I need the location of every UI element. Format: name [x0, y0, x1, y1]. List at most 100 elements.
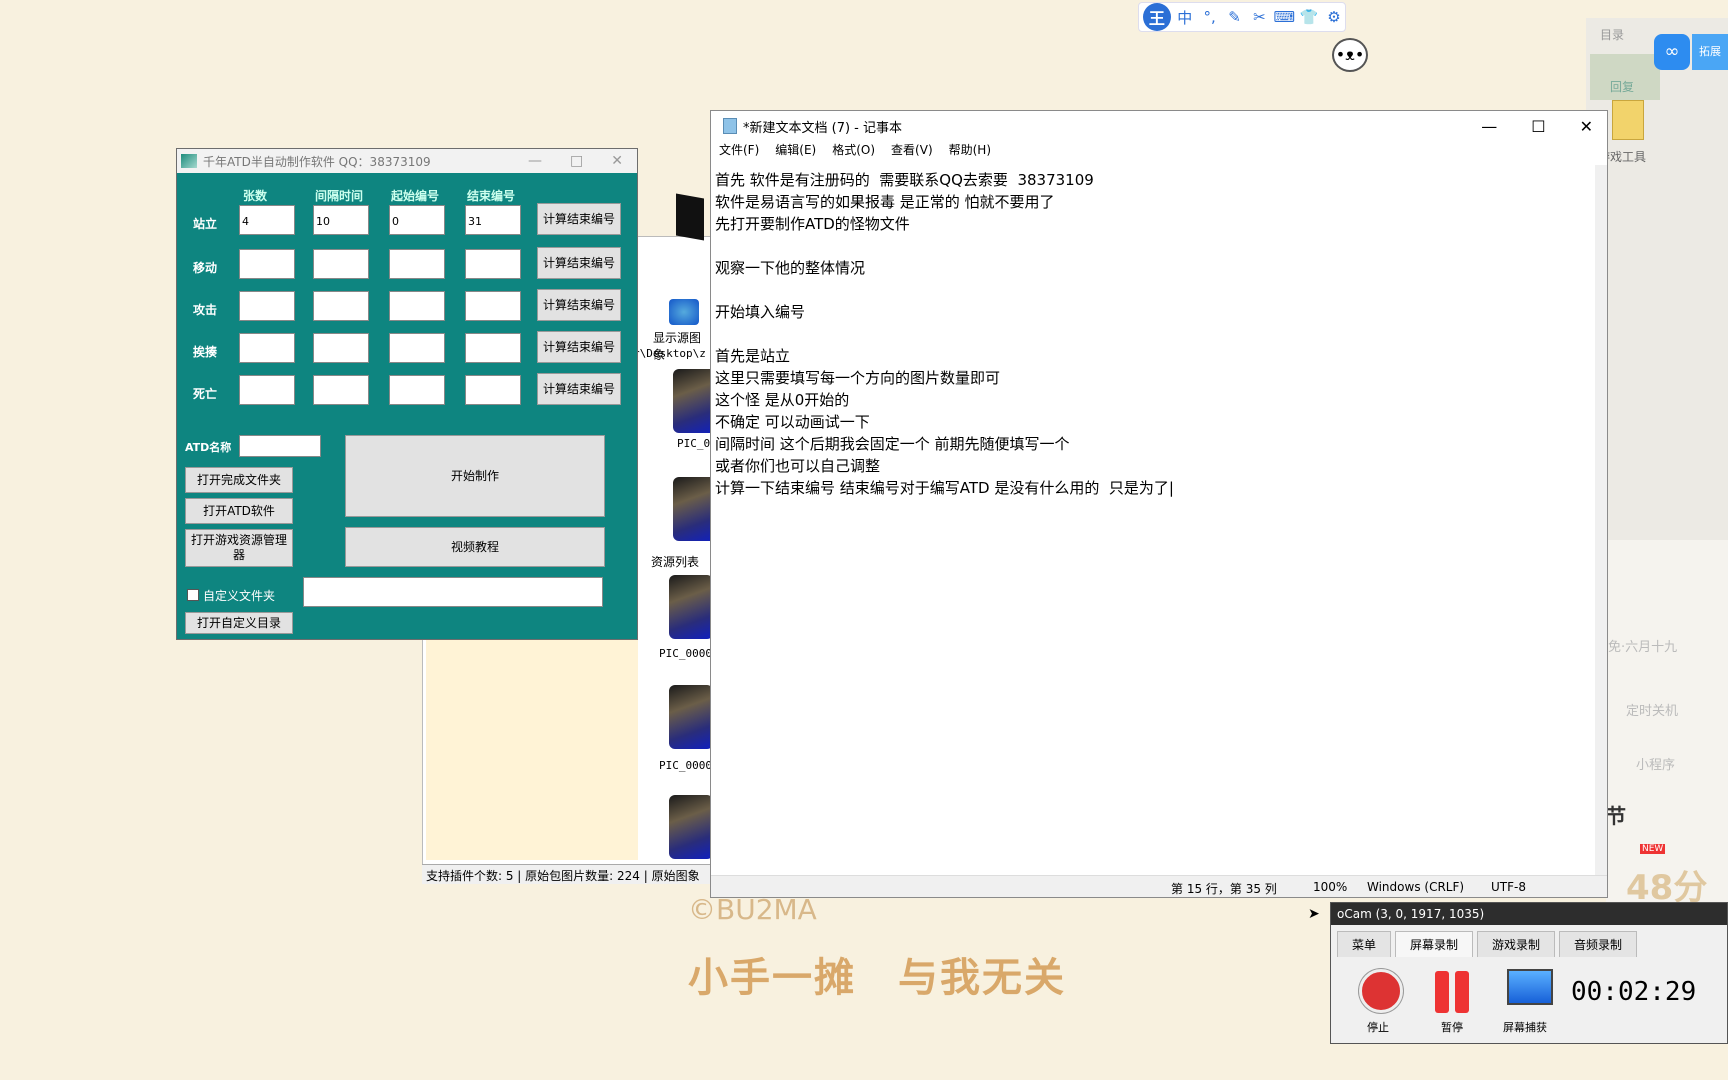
pic-label[interactable]: PIC_0000: [659, 647, 712, 660]
calc-end-button-hit[interactable]: 计算结束编号: [537, 331, 621, 363]
ime-keyboard-icon[interactable]: ⌨: [1273, 8, 1295, 26]
ime-toolbar[interactable]: 王 中 °, ✎ ✂ ⌨ 👕 ⚙: [1138, 2, 1346, 32]
resource-status-bar: 支持插件个数: 5 | 原始包图片数量: 224 | 原始图象: [422, 864, 712, 884]
calc-end-button-stand[interactable]: 计算结束编号: [537, 203, 621, 235]
move-count-input[interactable]: [239, 249, 295, 279]
ime-screenshot-icon[interactable]: ✂: [1248, 8, 1270, 26]
ime-logo-icon[interactable]: 王: [1143, 3, 1171, 31]
notepad-titlebar[interactable]: *新建文本文档 (7) - 记事本 — ☐ ✕: [711, 111, 1607, 141]
sprite-thumbnail[interactable]: [669, 685, 713, 749]
death-start-input[interactable]: [389, 375, 445, 405]
custom-folder-input[interactable]: [303, 577, 603, 607]
notepad-status-bar: 第 15 行，第 35 列 100% Windows (CRLF) UTF-8: [711, 875, 1607, 897]
stand-end-input[interactable]: 31: [465, 205, 521, 235]
maximize-button[interactable]: ☐: [1531, 117, 1545, 136]
stand-count-input[interactable]: 4: [239, 205, 295, 235]
attack-start-input[interactable]: [389, 291, 445, 321]
screen-capture-label[interactable]: 屏幕捕获: [1503, 1019, 1547, 1035]
screen-capture-icon[interactable]: [1507, 969, 1553, 1005]
tab-menu[interactable]: 菜单: [1337, 931, 1392, 957]
hit-count-input[interactable]: [239, 333, 295, 363]
death-count-input[interactable]: [239, 375, 295, 405]
calc-end-button-death[interactable]: 计算结束编号: [537, 373, 621, 405]
hit-interval-input[interactable]: [313, 333, 369, 363]
calc-end-button-attack[interactable]: 计算结束编号: [537, 289, 621, 321]
atd-tool-window[interactable]: 千年ATD半自动制作软件 QQ：38373109 — □ ✕ 张数 间隔时间 起始编…: [176, 148, 638, 640]
death-interval-input[interactable]: [313, 375, 369, 405]
attack-count-input[interactable]: [239, 291, 295, 321]
hit-end-input[interactable]: [465, 333, 521, 363]
close-button[interactable]: ✕: [611, 153, 623, 169]
menu-file[interactable]: 文件(F): [719, 141, 759, 163]
move-interval-input[interactable]: [313, 249, 369, 279]
death-end-input[interactable]: [465, 375, 521, 405]
ocam-tabs: 菜单 屏幕录制 游戏录制 音频录制: [1331, 925, 1727, 957]
stand-start-input[interactable]: 0: [389, 205, 445, 235]
cat-pet-icon[interactable]: •ᴥ•: [1332, 38, 1368, 72]
display-source-icon[interactable]: [669, 299, 699, 325]
notepad-window[interactable]: *新建文本文档 (7) - 记事本 — ☐ ✕ 文件(F) 编辑(E) 格式(O) …: [710, 110, 1608, 898]
stop-label[interactable]: 停止: [1367, 1019, 1389, 1035]
attack-interval-input[interactable]: [313, 291, 369, 321]
open-atd-software-button[interactable]: 打开ATD软件: [185, 498, 293, 524]
atd-name-label: ATD名称: [185, 441, 232, 454]
toc-label: 目录: [1600, 28, 1625, 42]
atd-name-input[interactable]: [239, 435, 321, 457]
open-custom-dir-button[interactable]: 打开自定义目录: [185, 612, 293, 634]
caption-text: 小手一摊 与我无关: [688, 955, 1066, 1001]
ime-handwrite-icon[interactable]: ✎: [1224, 8, 1246, 26]
row-label-move: 移动: [193, 261, 218, 275]
extend-button[interactable]: 拓展: [1692, 34, 1728, 70]
menu-view[interactable]: 查看(V): [891, 141, 933, 163]
menu-format[interactable]: 格式(O): [832, 141, 875, 163]
video-tutorial-button[interactable]: 视频教程: [345, 527, 605, 567]
notepad-text-area[interactable]: 首先 软件是有注册码的 需要联系QQ去索要 38373109 软件是易语言写的如…: [711, 165, 1597, 877]
tab-game-record[interactable]: 游戏录制: [1477, 931, 1556, 957]
tab-audio-record[interactable]: 音频录制: [1559, 931, 1638, 957]
row-label-hit: 挨揍: [193, 345, 218, 359]
ocam-titlebar[interactable]: oCam (3, 0, 1917, 1035): [1331, 903, 1727, 925]
ime-settings-icon[interactable]: ⚙: [1323, 8, 1345, 26]
atd-titlebar[interactable]: 千年ATD半自动制作软件 QQ：38373109 — □ ✕: [177, 149, 637, 173]
cloud-disk-icon[interactable]: ∞: [1654, 34, 1690, 70]
pause-icon-bar[interactable]: [1455, 971, 1469, 1013]
pause-icon[interactable]: [1435, 971, 1449, 1013]
path-field[interactable]: r\Desktop\z: [633, 347, 706, 360]
close-button[interactable]: ✕: [1580, 117, 1593, 136]
mini-program-label[interactable]: 小程序: [1636, 754, 1675, 773]
open-resource-manager-button[interactable]: 打开游戏资源管理器: [185, 529, 293, 567]
ime-chinese-toggle[interactable]: 中: [1174, 7, 1196, 28]
pic-label[interactable]: PIC_0000: [659, 759, 712, 772]
move-start-input[interactable]: [389, 249, 445, 279]
stand-interval-input[interactable]: 10: [313, 205, 369, 235]
menu-help[interactable]: 帮助(H): [949, 141, 991, 163]
mouse-cursor-icon: ➤: [1308, 906, 1320, 922]
ocam-window[interactable]: oCam (3, 0, 1917, 1035) 菜单 屏幕录制 游戏录制 音频录…: [1330, 902, 1728, 1044]
pause-label[interactable]: 暂停: [1441, 1019, 1463, 1035]
hit-start-input[interactable]: [389, 333, 445, 363]
menu-edit[interactable]: 编辑(E): [775, 141, 816, 163]
open-done-folder-button[interactable]: 打开完成文件夹: [185, 467, 293, 493]
app-icon: [181, 154, 197, 168]
folder-icon[interactable]: [1612, 100, 1644, 140]
custom-folder-checkbox[interactable]: [187, 589, 199, 601]
calc-end-button-move[interactable]: 计算结束编号: [537, 247, 621, 279]
minimize-button[interactable]: —: [1481, 117, 1497, 136]
minimize-button[interactable]: —: [528, 153, 542, 169]
attack-end-input[interactable]: [465, 291, 521, 321]
stop-icon[interactable]: [1359, 969, 1403, 1013]
sprite-thumbnail[interactable]: [669, 575, 713, 639]
col-header-interval: 间隔时间: [315, 189, 364, 203]
start-button[interactable]: 开始制作: [345, 435, 605, 517]
sprite-thumbnail[interactable]: [669, 795, 713, 859]
ime-punctuation-icon[interactable]: °,: [1199, 8, 1221, 26]
green-tile[interactable]: 回复: [1590, 54, 1660, 100]
tab-screen-record[interactable]: 屏幕录制: [1395, 931, 1474, 957]
shutdown-timer-label[interactable]: 定时关机: [1626, 700, 1678, 719]
maximize-button[interactable]: □: [570, 153, 583, 169]
col-header-start: 起始编号: [391, 189, 440, 203]
vertical-scrollbar[interactable]: [1595, 165, 1607, 877]
ime-skin-icon[interactable]: 👕: [1298, 8, 1320, 26]
col-header-count: 张数: [243, 189, 268, 203]
move-end-input[interactable]: [465, 249, 521, 279]
